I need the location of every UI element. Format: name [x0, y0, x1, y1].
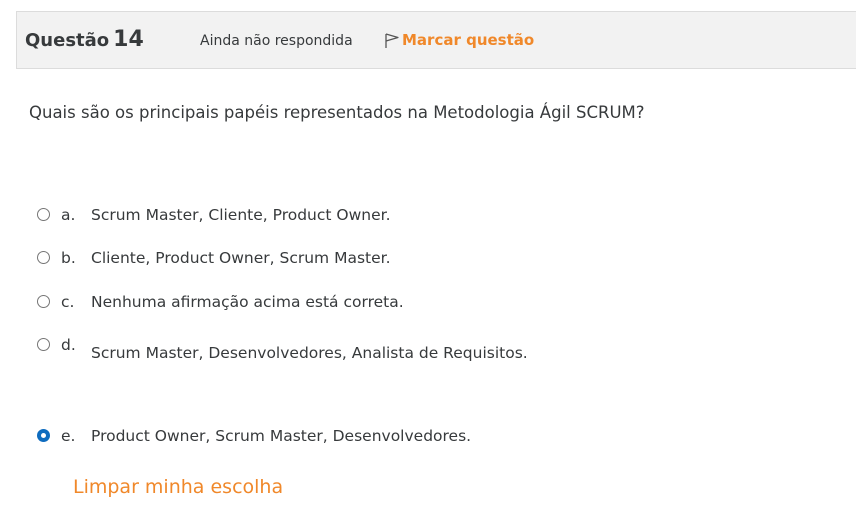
option-text[interactable]: Product Owner, Scrum Master, Desenvolved… — [91, 427, 471, 445]
option-letter: a. — [61, 206, 76, 224]
radio-option-d[interactable] — [37, 338, 50, 351]
option-letter: e. — [61, 427, 76, 445]
flag-question-button[interactable]: Marcar questão — [383, 31, 534, 49]
question-number: 14 — [113, 27, 144, 52]
question-label: Questão — [25, 30, 110, 51]
radio-option-e-selected[interactable] — [37, 429, 50, 442]
option-letter: d. — [61, 336, 76, 354]
answer-option-b[interactable]: b. Cliente, Product Owner, Scrum Master. — [37, 249, 391, 267]
question-state: Ainda não respondida — [200, 33, 353, 49]
clear-choice-link[interactable]: Limpar minha escolha — [73, 476, 283, 498]
answer-option-a[interactable]: a. Scrum Master, Cliente, Product Owner. — [37, 206, 391, 224]
option-text[interactable]: Nenhuma afirmação acima está correta. — [91, 293, 404, 311]
radio-option-c[interactable] — [37, 295, 50, 308]
flag-icon[interactable] — [383, 31, 400, 49]
option-letter: c. — [61, 293, 75, 311]
option-letter: b. — [61, 249, 76, 267]
radio-option-b[interactable] — [37, 251, 50, 264]
option-text[interactable]: Scrum Master, Cliente, Product Owner. — [91, 206, 391, 224]
answer-option-e[interactable]: e. Product Owner, Scrum Master, Desenvol… — [37, 427, 471, 445]
option-text[interactable]: Scrum Master, Desenvolvedores, Analista … — [91, 344, 528, 362]
question-title: Questão 14 — [25, 27, 144, 52]
flag-question-label[interactable]: Marcar questão — [402, 31, 534, 49]
question-text: Quais são os principais papéis represent… — [29, 103, 645, 122]
question-info-bar: Questão 14 Ainda não respondida Marcar qu… — [16, 11, 856, 69]
radio-option-a[interactable] — [37, 208, 50, 221]
option-text[interactable]: Cliente, Product Owner, Scrum Master. — [91, 249, 391, 267]
answer-option-c[interactable]: c. Nenhuma afirmação acima está correta. — [37, 293, 404, 311]
answer-option-d[interactable]: d. Scrum Master, Desenvolvedores, Analis… — [37, 336, 528, 362]
